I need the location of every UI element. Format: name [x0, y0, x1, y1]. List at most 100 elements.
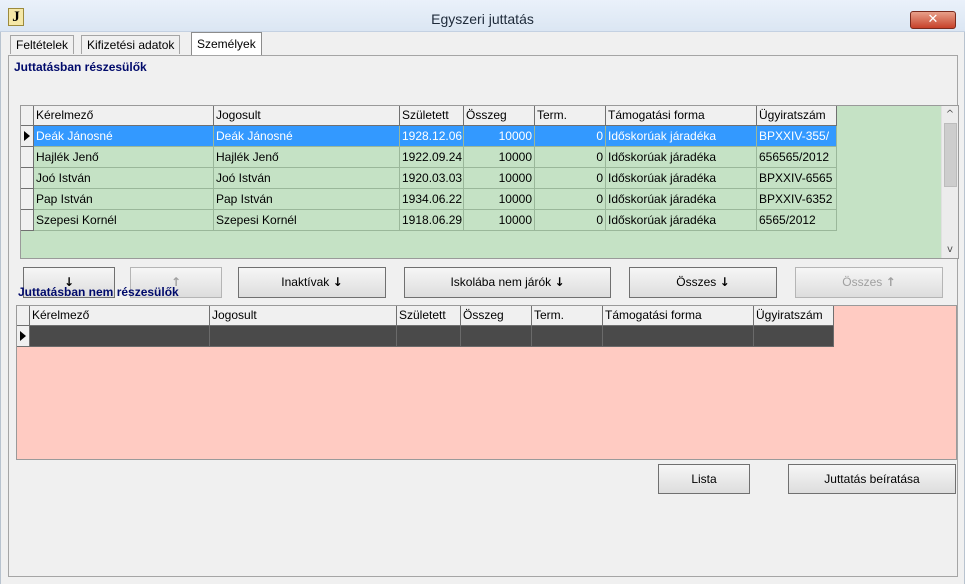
- cell-ugyiratszam[interactable]: 6565/2012: [757, 210, 837, 231]
- column-header-osszeg[interactable]: Összeg: [464, 106, 535, 126]
- cell-szuletett[interactable]: 1928.12.06: [400, 126, 464, 147]
- row-indicator: [21, 210, 34, 231]
- cell-kerelmezo[interactable]: Pap István: [34, 189, 214, 210]
- not-in-school-button-label: Iskolába nem járók: [450, 275, 552, 289]
- cell-term[interactable]: [532, 326, 603, 347]
- column-header-term[interactable]: Term.: [535, 106, 606, 126]
- close-button[interactable]: ✕: [910, 11, 956, 29]
- cell-term[interactable]: 0: [535, 126, 606, 147]
- not-receiving-grid[interactable]: Kérelmező Jogosult Született Összeg Term…: [16, 305, 957, 460]
- cell-term[interactable]: 0: [535, 210, 606, 231]
- not-receiving-grid-header: Kérelmező Jogosult Született Összeg Term…: [17, 306, 834, 326]
- all-down-button[interactable]: Összes ↓: [629, 267, 777, 298]
- table-row[interactable]: Hajlék Jenő Hajlék Jenő 1922.09.24 10000…: [21, 147, 837, 168]
- cell-jogosult[interactable]: Hajlék Jenő: [214, 147, 400, 168]
- dialog-body: Feltételek Kifizetési adatok Személyek J…: [0, 32, 965, 584]
- cell-ugyiratszam[interactable]: 656565/2012: [757, 147, 837, 168]
- save-allocation-button[interactable]: Juttatás beíratása: [788, 464, 956, 494]
- not-in-school-button[interactable]: Iskolába nem járók ↓: [404, 267, 611, 298]
- cell-szuletett[interactable]: 1922.09.24: [400, 147, 464, 168]
- cell-osszeg[interactable]: 10000: [464, 126, 535, 147]
- receiving-section-title: Juttatásban részesülők: [14, 60, 147, 74]
- cell-term[interactable]: 0: [535, 189, 606, 210]
- cell-ugyiratszam[interactable]: BPXXIV-6352: [757, 189, 837, 210]
- cell-term[interactable]: 0: [535, 168, 606, 189]
- cell-ugyiratszam[interactable]: [754, 326, 834, 347]
- row-indicator: [21, 168, 34, 189]
- column-header-ugyiratszam[interactable]: Ügyiratszám: [757, 106, 837, 126]
- column-header-szuletett[interactable]: Született: [400, 106, 464, 126]
- lista-button[interactable]: Lista: [658, 464, 750, 494]
- cell-jogosult[interactable]: Szepesi Kornél: [214, 210, 400, 231]
- column-header-ugyiratszam[interactable]: Ügyiratszám: [754, 306, 834, 326]
- cell-szuletett[interactable]: 1934.06.22: [400, 189, 464, 210]
- cell-jogosult[interactable]: Joó István: [214, 168, 400, 189]
- window-title: Egyszeri juttatás: [431, 11, 534, 27]
- inactive-button[interactable]: Inaktívak ↓: [238, 267, 386, 298]
- cell-jogosult[interactable]: [210, 326, 397, 347]
- table-row[interactable]: Szepesi Kornél Szepesi Kornél 1918.06.29…: [21, 210, 837, 231]
- column-header-tamogatasi-forma[interactable]: Támogatási forma: [603, 306, 754, 326]
- cell-osszeg[interactable]: 10000: [464, 189, 535, 210]
- current-row-arrow-icon: [24, 131, 30, 141]
- column-header-term[interactable]: Term.: [532, 306, 603, 326]
- column-header-kerelmezo[interactable]: Kérelmező: [30, 306, 210, 326]
- column-header-jogosult[interactable]: Jogosult: [210, 306, 397, 326]
- cell-osszeg[interactable]: 10000: [464, 210, 535, 231]
- cell-szuletett[interactable]: 1920.03.03: [400, 168, 464, 189]
- tab-kifizetesi-adatok[interactable]: Kifizetési adatok: [81, 35, 181, 54]
- table-row[interactable]: Deák Jánosné Deák Jánosné 1928.12.06 100…: [21, 126, 837, 147]
- table-row[interactable]: Pap István Pap István 1934.06.22 10000 0…: [21, 189, 837, 210]
- receiving-grid[interactable]: Kérelmező Jogosult Született Összeg Term…: [20, 105, 959, 259]
- column-header-szuletett[interactable]: Született: [397, 306, 461, 326]
- cell-kerelmezo[interactable]: Deák Jánosné: [34, 126, 214, 147]
- column-header-jogosult[interactable]: Jogosult: [214, 106, 400, 126]
- cell-tamogatasi-forma[interactable]: [603, 326, 754, 347]
- row-indicator: [21, 147, 34, 168]
- cell-tamogatasi-forma[interactable]: Időskorúak járadéka: [606, 210, 757, 231]
- current-row-arrow-icon: [20, 331, 26, 341]
- cell-tamogatasi-forma[interactable]: Időskorúak járadéka: [606, 189, 757, 210]
- table-row[interactable]: Joó István Joó István 1920.03.03 10000 0…: [21, 168, 837, 189]
- row-indicator: [17, 326, 30, 347]
- cell-szuletett[interactable]: 1918.06.29: [400, 210, 464, 231]
- all-up-button-label: Összes: [842, 275, 883, 289]
- cell-jogosult[interactable]: Deák Jánosné: [214, 126, 400, 147]
- scroll-up-icon[interactable]: ^: [942, 106, 958, 123]
- cell-kerelmezo[interactable]: [30, 326, 210, 347]
- table-row[interactable]: [17, 326, 834, 347]
- not-receiving-section-title: Juttatásban nem részesülők: [18, 285, 179, 299]
- cell-osszeg[interactable]: 10000: [464, 168, 535, 189]
- inactive-button-label: Inaktívak: [281, 275, 330, 289]
- cell-ugyiratszam[interactable]: BPXXIV-6565: [757, 168, 837, 189]
- cell-jogosult[interactable]: Pap István: [214, 189, 400, 210]
- scroll-down-icon[interactable]: v: [942, 241, 958, 258]
- column-header-osszeg[interactable]: Összeg: [461, 306, 532, 326]
- cell-tamogatasi-forma[interactable]: Időskorúak járadéka: [606, 168, 757, 189]
- column-header-kerelmezo[interactable]: Kérelmező: [34, 106, 214, 126]
- vertical-scrollbar[interactable]: ^ v: [941, 106, 958, 258]
- column-header-tamogatasi-forma[interactable]: Támogatási forma: [606, 106, 757, 126]
- all-down-button-label: Összes: [676, 275, 717, 289]
- all-up-button[interactable]: Összes ↑: [795, 267, 943, 298]
- cell-szuletett[interactable]: [397, 326, 461, 347]
- arrow-down-icon: ↓: [554, 275, 565, 289]
- cell-tamogatasi-forma[interactable]: Időskorúak járadéka: [606, 147, 757, 168]
- tab-feltetelek[interactable]: Feltételek: [10, 35, 75, 54]
- cell-tamogatasi-forma[interactable]: Időskorúak járadéka: [606, 126, 757, 147]
- cell-kerelmezo[interactable]: Joó István: [34, 168, 214, 189]
- title-bar: J Egyszeri juttatás ✕: [0, 0, 965, 32]
- cell-kerelmezo[interactable]: Hajlék Jenő: [34, 147, 214, 168]
- arrow-down-icon: ↓: [332, 275, 343, 289]
- cell-term[interactable]: 0: [535, 147, 606, 168]
- cell-ugyiratszam[interactable]: BPXXIV-355/: [757, 126, 837, 147]
- arrow-up-icon: ↑: [885, 275, 896, 289]
- receiving-grid-header: Kérelmező Jogosult Született Összeg Term…: [21, 106, 837, 126]
- cell-osszeg[interactable]: [461, 326, 532, 347]
- cell-kerelmezo[interactable]: Szepesi Kornél: [34, 210, 214, 231]
- tab-szemelyek[interactable]: Személyek: [191, 32, 262, 55]
- row-indicator-header: [21, 106, 34, 126]
- scroll-thumb[interactable]: [944, 123, 957, 187]
- row-indicator: [21, 189, 34, 210]
- cell-osszeg[interactable]: 10000: [464, 147, 535, 168]
